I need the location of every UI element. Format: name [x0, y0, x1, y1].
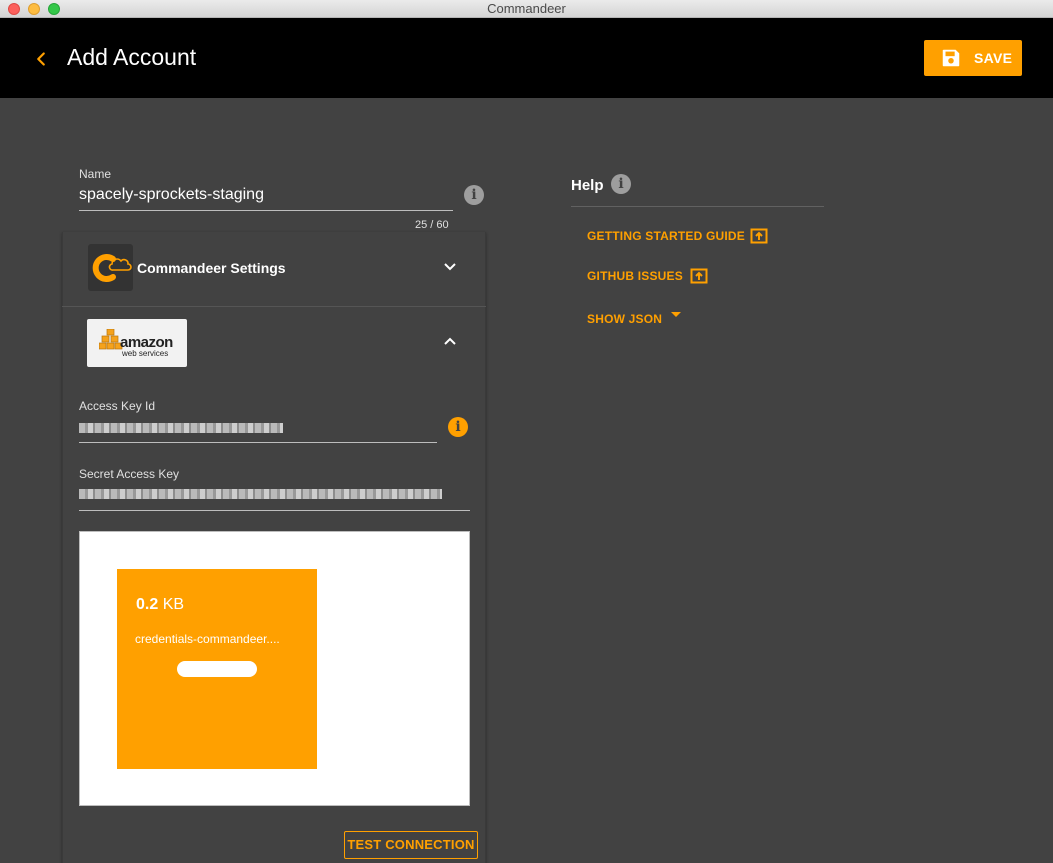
app-header: Add Account SAVE [0, 18, 1053, 98]
save-button-label: SAVE [974, 50, 1013, 66]
name-info-icon[interactable]: i [464, 185, 484, 205]
help-title: Help [571, 177, 604, 194]
test-connection-button[interactable]: TEST CONNECTION [344, 831, 478, 859]
help-info-icon[interactable]: i [611, 174, 631, 194]
file-size: 0.2 KB [136, 596, 184, 614]
name-field-counter: 25 / 60 [415, 219, 449, 231]
access-key-underline [79, 442, 437, 443]
file-name: credentials-commandeer.... [135, 632, 280, 646]
github-issues-link[interactable]: GITHUB ISSUES [587, 269, 683, 283]
save-button[interactable]: SAVE [924, 40, 1022, 76]
name-field-underline [79, 210, 453, 211]
panel-divider [62, 306, 486, 307]
commandeer-settings-title[interactable]: Commandeer Settings [137, 260, 286, 276]
file-size-value: 0.2 [136, 596, 159, 613]
secret-key-input[interactable] [79, 489, 442, 499]
aws-logo-sub: web services [122, 349, 169, 358]
name-field-label: Name [79, 167, 112, 181]
open-external-icon[interactable] [690, 267, 708, 285]
commandeer-logo [88, 244, 133, 291]
file-size-unit: KB [162, 596, 185, 613]
access-key-input[interactable] [79, 423, 283, 433]
getting-started-guide-link[interactable]: GETTING STARTED GUIDE [587, 229, 745, 243]
help-divider [571, 206, 824, 207]
commandeer-logo-icon [92, 254, 132, 282]
window-titlebar: Commandeer [0, 0, 1053, 18]
show-json-toggle[interactable]: SHOW JSON [587, 312, 662, 326]
secret-key-underline [79, 510, 470, 511]
open-external-icon[interactable] [750, 227, 768, 245]
caret-down-icon[interactable] [671, 312, 681, 317]
window-title: Commandeer [487, 1, 566, 16]
access-key-label: Access Key Id [79, 399, 156, 413]
upload-progress-bar [177, 661, 257, 677]
back-arrow-icon[interactable] [30, 48, 52, 70]
access-key-info-icon[interactable]: i [448, 417, 468, 437]
save-icon [942, 49, 960, 67]
secret-key-label: Secret Access Key [79, 467, 180, 481]
name-field-input[interactable]: spacely-sprockets-staging [79, 186, 264, 204]
page-title: Add Account [67, 44, 197, 70]
chevron-up-icon[interactable] [442, 333, 458, 349]
chevron-down-icon[interactable] [442, 259, 458, 275]
